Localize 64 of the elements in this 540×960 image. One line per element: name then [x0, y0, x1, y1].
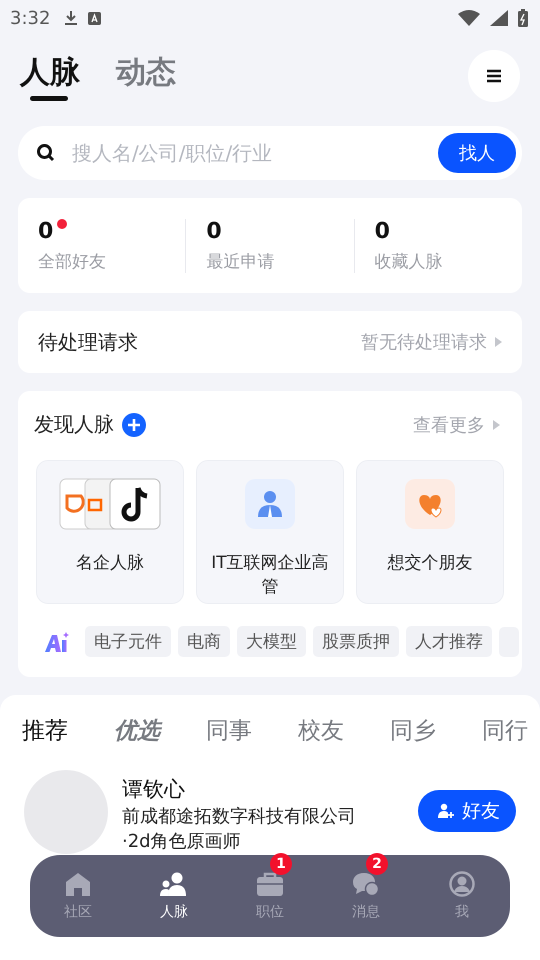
top-tab[interactable]: 人脉	[20, 52, 80, 100]
ai-icon	[44, 630, 70, 652]
people-icon	[160, 872, 188, 896]
find-button[interactable]: 找人	[438, 133, 516, 173]
topic-tag[interactable]: 人才推荐	[406, 626, 492, 657]
category-card[interactable]: 名企人脉	[36, 460, 184, 604]
nav-item[interactable]: 2 消息	[318, 855, 414, 937]
battery-icon	[518, 9, 528, 27]
add-friend-button[interactable]: 好友	[418, 790, 516, 832]
category-card[interactable]: IT互联网企业高管	[196, 460, 344, 604]
topic-tag[interactable]: 股票质押	[313, 626, 399, 657]
status-time: 3:32	[10, 8, 50, 28]
pending-title: 待处理请求	[38, 328, 138, 356]
person-name: 谭钦心	[122, 776, 186, 803]
plus-icon[interactable]	[122, 412, 146, 436]
top-tab[interactable]: 动态	[116, 52, 176, 100]
topic-tag[interactable]: 电商	[178, 626, 230, 657]
topic-tag[interactable]: 大模型	[237, 626, 306, 657]
search-icon	[36, 143, 56, 163]
businessman-icon	[245, 479, 295, 529]
feed-tab[interactable]: 优选	[114, 715, 160, 746]
stat-value: 0	[206, 218, 222, 244]
menu-icon	[486, 69, 502, 83]
see-more-link[interactable]: 查看更多	[413, 412, 485, 436]
search-field[interactable]: 搜人名/公司/职位/行业 找人	[18, 126, 522, 180]
home-icon	[65, 872, 91, 896]
discover-title: 发现人脉	[34, 411, 114, 438]
count-badge: 1	[270, 853, 292, 875]
add-person-icon	[438, 803, 454, 819]
feed-tab[interactable]: 校友	[298, 715, 344, 746]
briefcase-icon	[256, 872, 284, 896]
stat-value: 0	[38, 218, 54, 244]
stat-label[interactable]: 收藏人脉	[374, 250, 522, 272]
stat-label[interactable]: 最近申请	[206, 250, 354, 272]
feed-tab[interactable]: 同行	[482, 715, 528, 746]
person-role: ·2d角色原画师	[122, 830, 242, 854]
topic-tag[interactable]: 电子元件	[85, 626, 171, 657]
count-badge: 2	[366, 853, 388, 875]
company-logos-icon	[59, 478, 161, 530]
stat-label[interactable]: 全部好友	[38, 250, 186, 272]
chat-icon	[352, 872, 380, 896]
category-label: IT互联网企业高管	[210, 552, 330, 599]
chevron-icon	[493, 420, 500, 430]
download-icon	[64, 10, 78, 26]
nav-item[interactable]: 1 职位	[222, 855, 318, 937]
nav-item[interactable]: 人脉	[126, 855, 222, 937]
pending-status[interactable]: 暂无待处理请求	[361, 330, 487, 354]
category-label: 想交个朋友	[386, 552, 474, 575]
feed-tab[interactable]: 同事	[206, 715, 252, 746]
stat-value: 0	[374, 218, 390, 244]
feed-tab[interactable]: 推荐	[22, 715, 68, 746]
text-app-icon	[88, 12, 102, 24]
category-label: 名企人脉	[75, 552, 145, 575]
hearts-icon	[405, 479, 455, 529]
nav-item[interactable]: 我	[414, 855, 510, 937]
wifi-icon	[458, 10, 480, 26]
chevron-icon	[495, 337, 502, 347]
profile-icon	[449, 871, 475, 897]
notification-dot	[57, 218, 68, 228]
signal-icon	[490, 10, 508, 26]
nav-item[interactable]: 社区	[30, 855, 126, 937]
feed-tab[interactable]: 同乡	[390, 715, 436, 746]
category-card[interactable]: 想交个朋友	[356, 460, 504, 604]
person-company: 前成都途拓数字科技有限公司	[122, 805, 357, 829]
